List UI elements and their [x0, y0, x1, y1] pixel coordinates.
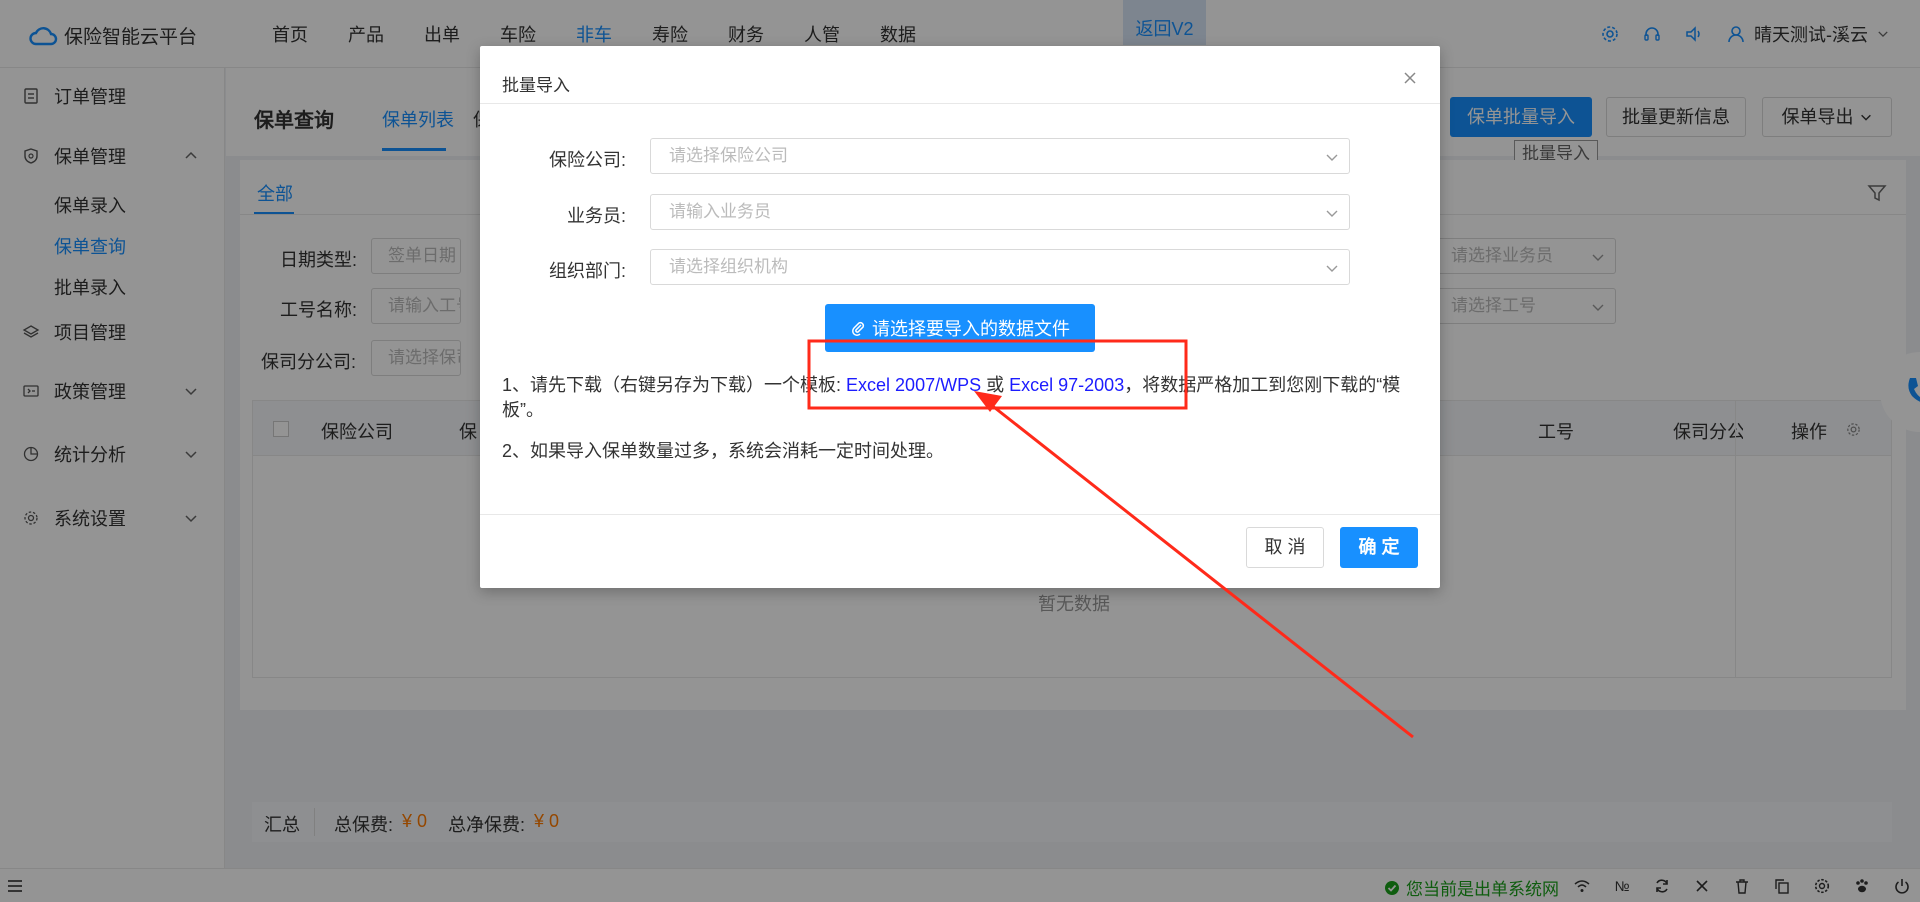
ok-button[interactable]: 确 定 — [1340, 527, 1418, 568]
company-label: 保险公司: — [548, 150, 626, 170]
upload-file-button[interactable]: 请选择要导入的数据文件 — [825, 304, 1095, 352]
org-select[interactable]: 请选择组织机构 — [650, 249, 1350, 285]
salesman-select[interactable]: 请输入业务员 — [650, 194, 1350, 230]
salesman-placeholder: 请输入业务员 — [669, 202, 771, 221]
modal-header: 批量导入 — [480, 46, 1440, 104]
close-icon[interactable] — [1402, 70, 1418, 86]
modal-title: 批量导入 — [502, 76, 570, 95]
cancel-button[interactable]: 取 消 — [1246, 527, 1324, 568]
modal-footer-divider — [480, 514, 1440, 515]
company-placeholder: 请选择保险公司 — [669, 146, 788, 165]
paperclip-icon — [852, 321, 865, 336]
org-label: 组织部门: — [548, 261, 626, 281]
note1-prefix: 1、请先下载（右键另存为下载）一个模板: — [502, 375, 842, 395]
template-link-excel-2007[interactable]: Excel 2007/WPS — [846, 375, 981, 395]
chevron-down-icon — [1326, 154, 1338, 161]
company-select[interactable]: 请选择保险公司 — [650, 138, 1350, 174]
note1-or: 或 — [986, 375, 1005, 395]
upload-file-label: 请选择要导入的数据文件 — [872, 319, 1070, 339]
template-link-excel-97[interactable]: Excel 97-2003 — [1009, 375, 1124, 395]
import-note-2: 2、如果导入保单数量过多，系统会消耗一定时间处理。 — [502, 441, 945, 461]
org-placeholder: 请选择组织机构 — [669, 257, 788, 276]
salesman-label: 业务员: — [566, 206, 626, 226]
chevron-down-icon — [1326, 265, 1338, 272]
batch-import-modal: 批量导入 保险公司: 请选择保险公司 业务员: 请输入业务员 组织部门: 请选择… — [480, 46, 1440, 588]
import-note-1: 1、请先下载（右键另存为下载）一个模板: Excel 2007/WPS 或 Ex… — [502, 373, 1402, 423]
chevron-down-icon — [1326, 210, 1338, 217]
